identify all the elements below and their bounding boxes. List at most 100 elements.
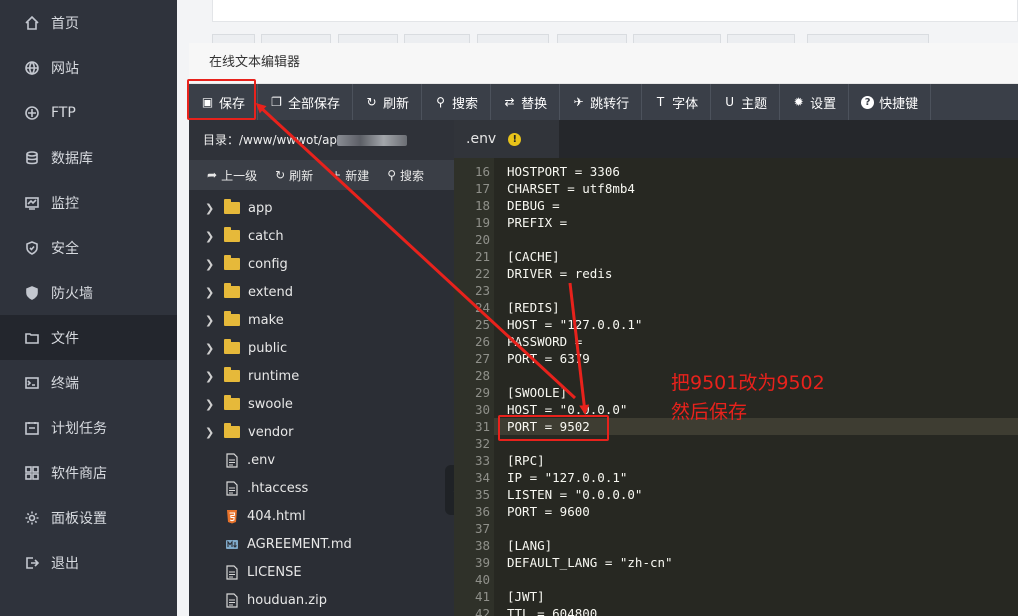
code-line[interactable]: 22 DRIVER = redis bbox=[454, 265, 1018, 282]
file-tool-button[interactable]: ↻ 刷新 bbox=[275, 167, 313, 184]
sidebar-item-label: 软件商店 bbox=[51, 465, 107, 482]
chevron-right-icon: ❯ bbox=[205, 229, 215, 243]
folder-item[interactable]: ❯ public bbox=[189, 334, 454, 362]
file-item[interactable]: .env bbox=[189, 446, 454, 474]
toolbar-button-label: 跳转行 bbox=[590, 96, 630, 112]
file-tool-button[interactable]: ⚲ 搜索 bbox=[387, 167, 424, 184]
chevron-right-icon: ❯ bbox=[205, 201, 215, 215]
toolbar-button[interactable]: ⚲ 搜索 bbox=[422, 84, 492, 120]
code-line[interactable]: 38 [LANG] bbox=[454, 537, 1018, 554]
code-line[interactable]: 39 DEFAULT_LANG = "zh-cn" bbox=[454, 554, 1018, 571]
code-line[interactable]: 27 PORT = 6379 bbox=[454, 350, 1018, 367]
file-name: LICENSE bbox=[247, 564, 302, 580]
folder-icon bbox=[224, 255, 240, 270]
folder-item[interactable]: ❯ app bbox=[189, 194, 454, 222]
sidebar-item[interactable]: 退出 bbox=[0, 540, 177, 585]
tab-env[interactable]: .env ! bbox=[454, 120, 559, 158]
sidebar-item[interactable]: 数据库 bbox=[0, 135, 177, 180]
toolbar-button[interactable]: ↻ 刷新 bbox=[353, 84, 423, 120]
line-number: 16 bbox=[474, 164, 490, 179]
toolbar-button-label: 设置 bbox=[810, 96, 837, 112]
folder-item[interactable]: ❯ extend bbox=[189, 278, 454, 306]
file-item[interactable]: 404.html bbox=[189, 502, 454, 530]
annotation-text-line1: 把9501改为9502 bbox=[671, 372, 825, 394]
code-line[interactable]: 33 [RPC] bbox=[454, 452, 1018, 469]
file-panel: 目录：/www/wwwot/ap ➦ 上一级 ↻ 刷新 + 新建 ⚲ 搜索 ❯ app ❯ catc… bbox=[189, 120, 467, 616]
goto-line-icon: ✈ bbox=[573, 95, 584, 109]
annotation-box-save bbox=[187, 79, 256, 120]
code-line[interactable]: 21 [CACHE] bbox=[454, 248, 1018, 265]
sidebar-item[interactable]: 面板设置 bbox=[0, 495, 177, 540]
sidebar-item[interactable]: 计划任务 bbox=[0, 405, 177, 450]
line-number: 25 bbox=[474, 317, 490, 332]
sidebar-item[interactable]: 软件商店 bbox=[0, 450, 177, 495]
folder-item[interactable]: ❯ vendor bbox=[189, 418, 454, 446]
file-item[interactable]: .htaccess bbox=[189, 474, 454, 502]
toolbar-button[interactable]: ✈ 跳转行 bbox=[560, 84, 643, 120]
line-number: 22 bbox=[474, 266, 490, 281]
redacted-path bbox=[337, 135, 408, 146]
directory-path: 目录：/www/wwwot/ap bbox=[189, 120, 454, 160]
file-item[interactable]: AGREEMENT.md bbox=[189, 530, 454, 558]
folder-icon bbox=[224, 283, 240, 298]
sidebar-item[interactable]: 终端 bbox=[0, 360, 177, 405]
line-number: 35 bbox=[474, 487, 490, 502]
sidebar-item[interactable]: 网站 bbox=[0, 45, 177, 90]
annotation-text-line2: 然后保存 bbox=[671, 401, 748, 423]
code-line[interactable]: 35 LISTEN = "0.0.0.0" bbox=[454, 486, 1018, 503]
code-line[interactable]: 40 bbox=[454, 571, 1018, 588]
line-number: 39 bbox=[474, 555, 490, 570]
replace-icon: ⇄ bbox=[504, 95, 515, 109]
code-line[interactable]: 37 bbox=[454, 520, 1018, 537]
line-text: [LANG] bbox=[507, 538, 553, 553]
firewall-icon bbox=[23, 284, 41, 302]
line-number: 31 bbox=[474, 419, 490, 434]
folder-item[interactable]: ❯ runtime bbox=[189, 362, 454, 390]
sidebar-item[interactable]: 首页 bbox=[0, 0, 177, 45]
save-all-icon: ❐ bbox=[271, 95, 282, 109]
folder-name: catch bbox=[248, 228, 284, 244]
code-line[interactable]: 34 IP = "127.0.0.1" bbox=[454, 469, 1018, 486]
code-line[interactable]: 24 [REDIS] bbox=[454, 299, 1018, 316]
toolbar-button[interactable]: U 主题 bbox=[711, 84, 781, 120]
folder-item[interactable]: ❯ swoole bbox=[189, 390, 454, 418]
toolbar-button[interactable]: ❐ 全部保存 bbox=[258, 84, 354, 120]
code-line[interactable]: 23 bbox=[454, 282, 1018, 299]
sidebar-item[interactable]: 防火墙 bbox=[0, 270, 177, 315]
code-line[interactable]: 25 HOST = "127.0.0.1" bbox=[454, 316, 1018, 333]
sidebar-item[interactable]: 安全 bbox=[0, 225, 177, 270]
code-line[interactable]: 41 [JWT] bbox=[454, 588, 1018, 605]
folder-item[interactable]: ❯ config bbox=[189, 250, 454, 278]
file-tool-button[interactable]: ➦ 上一级 bbox=[207, 167, 257, 184]
toolbar-button[interactable]: ✹ 设置 bbox=[780, 84, 850, 120]
toolbar-button-label: 替换 bbox=[521, 96, 548, 112]
toolbar-button[interactable]: ⇄ 替换 bbox=[491, 84, 561, 120]
editor-tab-bar: .env ! bbox=[454, 120, 1018, 158]
file-tool-button[interactable]: + 新建 bbox=[331, 167, 369, 184]
folder-item[interactable]: ❯ make bbox=[189, 306, 454, 334]
code-line[interactable]: 16 HOSTPORT = 3306 bbox=[454, 163, 1018, 180]
code-line[interactable]: 20 bbox=[454, 231, 1018, 248]
toolbar-button[interactable]: T 字体 bbox=[642, 84, 712, 120]
code-line[interactable]: 19 PREFIX = bbox=[454, 214, 1018, 231]
folder-icon bbox=[224, 367, 240, 382]
file-item[interactable]: LICENSE bbox=[189, 558, 454, 586]
sidebar-item[interactable]: 监控 bbox=[0, 180, 177, 225]
folder-name: app bbox=[248, 200, 273, 216]
code-line[interactable]: 42 TTL = 604800 bbox=[454, 605, 1018, 616]
file-item[interactable]: houduan.zip bbox=[189, 586, 454, 614]
help-icon: ? bbox=[861, 95, 875, 109]
sidebar-item[interactable]: 文件 bbox=[0, 315, 177, 360]
theme-icon: U bbox=[725, 95, 734, 109]
line-text: [RPC] bbox=[507, 453, 545, 468]
sidebar-item-label: 计划任务 bbox=[51, 420, 107, 437]
code-line[interactable]: 26 PASSWORD = bbox=[454, 333, 1018, 350]
toolbar-button[interactable]: ? 快捷键 bbox=[849, 84, 932, 120]
line-text: PORT = 9600 bbox=[507, 504, 590, 519]
sidebar-item[interactable]: FTP bbox=[0, 90, 177, 135]
grid-icon bbox=[23, 464, 41, 482]
folder-item[interactable]: ❯ catch bbox=[189, 222, 454, 250]
code-line[interactable]: 36 PORT = 9600 bbox=[454, 503, 1018, 520]
code-line[interactable]: 17 CHARSET = utf8mb4 bbox=[454, 180, 1018, 197]
code-line[interactable]: 18 DEBUG = bbox=[454, 197, 1018, 214]
